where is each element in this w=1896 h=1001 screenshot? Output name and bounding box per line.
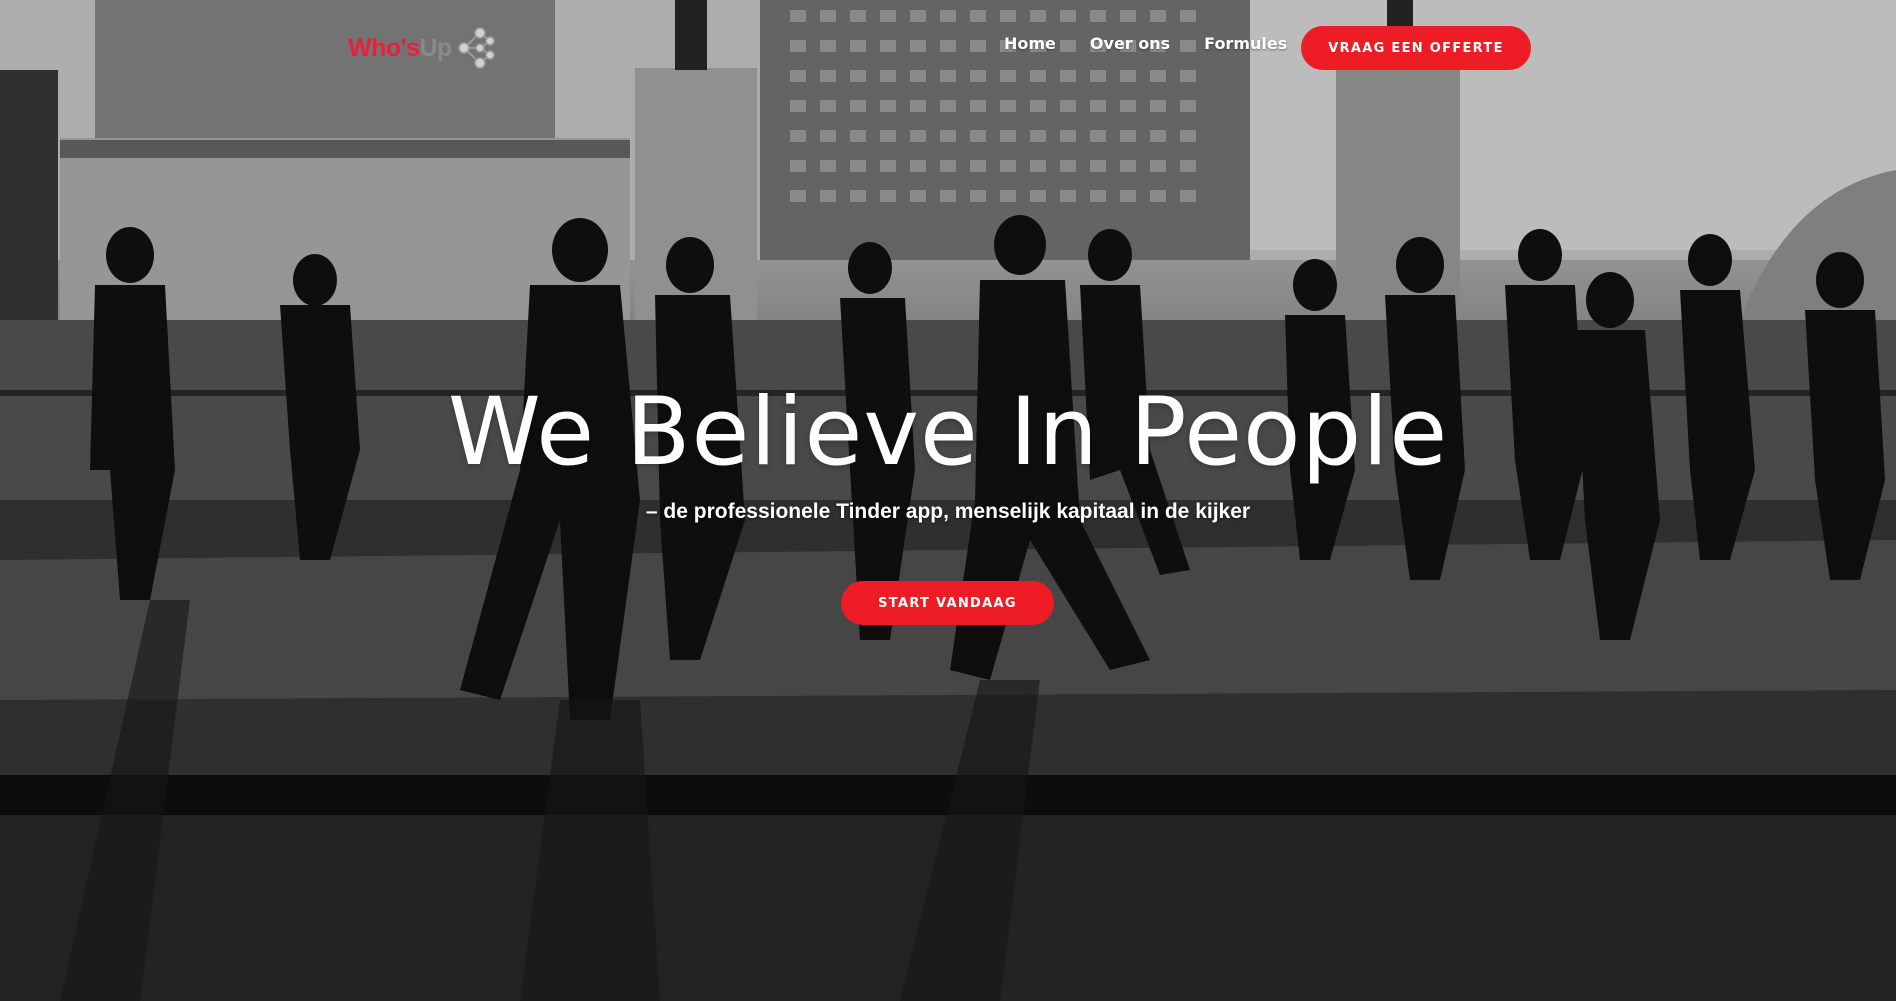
hero-subtitle: – de professionele Tinder app, menselijk… (645, 500, 1251, 523)
main-nav: Home Over ons Formules (1004, 34, 1321, 53)
site-logo[interactable]: Who'sUp (348, 20, 496, 76)
nav-item-home[interactable]: Home (1004, 34, 1056, 53)
logo-text-secondary: Up (419, 33, 453, 62)
nav-item-over-ons[interactable]: Over ons (1090, 34, 1170, 53)
logo-text-primary: Who's (348, 33, 420, 62)
nav-item-formules[interactable]: Formules (1204, 34, 1287, 53)
hero-title: We Believe In People (447, 378, 1449, 487)
molecule-nodes-icon (458, 27, 495, 69)
logo-wordmark: Who'sUp (348, 34, 452, 63)
request-quote-button[interactable]: VRAAG EEN OFFERTE (1301, 26, 1531, 70)
start-today-button[interactable]: START VANDAAG (841, 581, 1054, 625)
